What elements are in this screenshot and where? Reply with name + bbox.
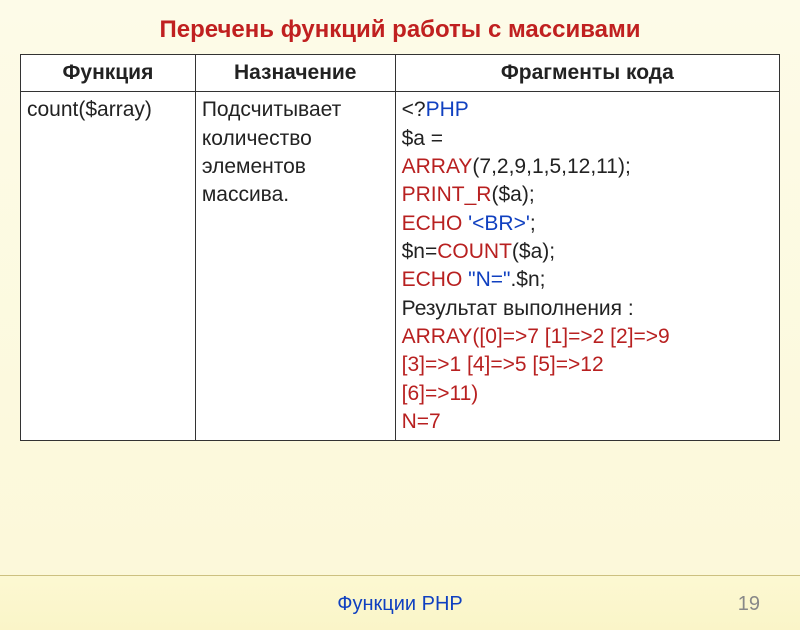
slide-title: Перечень функций работы с массивами bbox=[0, 0, 800, 54]
code-token: (7,2,9,1,5,12,11); bbox=[472, 155, 630, 178]
code-token: ARRAY bbox=[402, 155, 473, 178]
code-token: ARRAY bbox=[402, 325, 473, 348]
code-token: $a = bbox=[402, 127, 443, 150]
code-token: ($a); bbox=[491, 183, 534, 206]
code-token: ECHO bbox=[402, 268, 469, 291]
header-code: Фрагменты кода bbox=[395, 55, 779, 92]
functions-table: Функция Назначение Фрагменты кода count(… bbox=[20, 54, 780, 441]
footer-text: Функции PHP bbox=[337, 593, 462, 616]
code-token: ([0]=>7 [1]=>2 [2]=>9 bbox=[472, 325, 669, 348]
code-token: $n= bbox=[402, 240, 438, 263]
code-token: <? bbox=[402, 98, 426, 121]
code-token: [3]=>1 [4]=>5 [5]=>12 bbox=[402, 351, 773, 379]
result-label: Результат выполнения : bbox=[402, 295, 773, 323]
code-token: "N=" bbox=[468, 268, 510, 291]
code-token: COUNT bbox=[437, 240, 512, 263]
header-function: Функция bbox=[21, 55, 196, 92]
code-token: ; bbox=[530, 212, 536, 235]
page-number: 19 bbox=[738, 593, 760, 616]
code-token: PHP bbox=[426, 98, 469, 121]
code-token: [6]=>11) bbox=[402, 380, 773, 408]
code-token: ($a); bbox=[512, 240, 555, 263]
code-token: '<BR>' bbox=[468, 212, 530, 235]
code-token: PRINT_R bbox=[402, 183, 492, 206]
code-token: .$n; bbox=[510, 268, 545, 291]
table-header-row: Функция Назначение Фрагменты кода bbox=[21, 55, 780, 92]
table-row: count($array) Подсчитывает количество эл… bbox=[21, 92, 780, 441]
code-token: N=7 bbox=[402, 408, 773, 436]
header-description: Назначение bbox=[195, 55, 395, 92]
code-token: ECHO bbox=[402, 212, 469, 235]
function-name-cell: count($array) bbox=[21, 92, 196, 441]
code-cell: <?PHP $a = ARRAY(7,2,9,1,5,12,11); PRINT… bbox=[395, 92, 779, 441]
description-cell: Подсчитывает количество элементов массив… bbox=[195, 92, 395, 441]
